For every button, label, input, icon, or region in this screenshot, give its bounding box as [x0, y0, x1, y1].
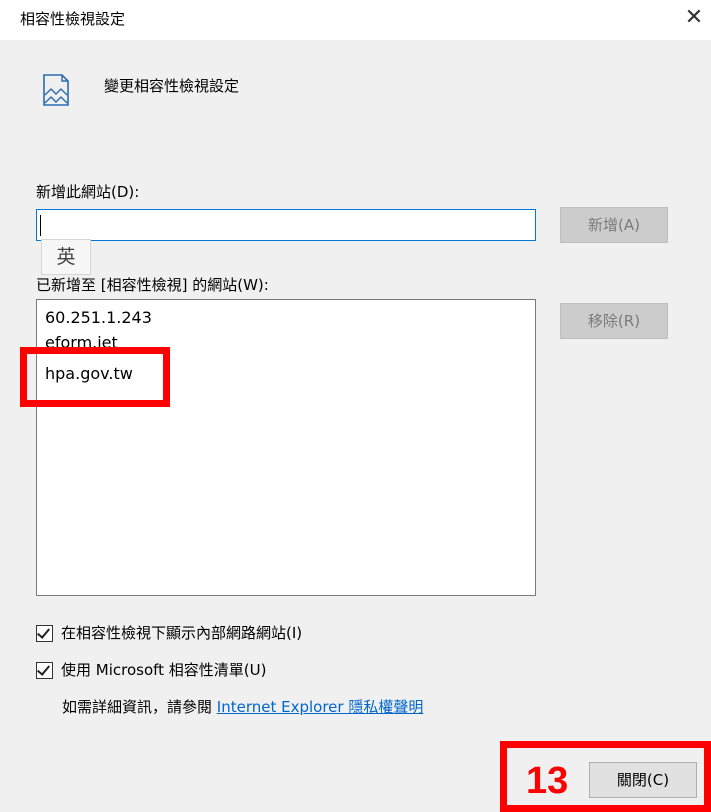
dialog-heading: 變更相容性檢視設定: [104, 77, 240, 95]
check-icon: [36, 662, 51, 676]
show-intranet-label: 在相容性檢視下顯示內部網路網站(I): [61, 624, 303, 642]
ime-indicator: 英: [41, 239, 91, 275]
close-icon[interactable]: ✕: [682, 6, 706, 30]
info-text: 如需詳細資訊，請參閱 Internet Explorer 隱私權聲明: [62, 696, 423, 717]
show-intranet-checkbox[interactable]: [36, 625, 53, 642]
text-caret: [40, 215, 41, 236]
title-bar: 相容性檢視設定 ✕: [0, 0, 711, 40]
site-list-label: 已新增至 [相容性檢視] 的網站(W):: [36, 276, 269, 294]
site-listbox[interactable]: 60.251.1.243 eform.iet hpa.gov.tw: [36, 299, 536, 596]
add-button[interactable]: 新增(A): [560, 207, 668, 243]
add-site-label: 新增此網站(D):: [36, 183, 140, 201]
list-item[interactable]: 60.251.1.243: [45, 308, 152, 327]
check-icon: [36, 625, 51, 639]
step-number: 13: [526, 760, 569, 802]
use-ms-list-checkbox[interactable]: [36, 662, 53, 679]
dialog-title: 相容性檢視設定: [20, 10, 126, 28]
privacy-link[interactable]: Internet Explorer 隱私權聲明: [217, 698, 424, 716]
highlight-box: [20, 347, 170, 407]
remove-button[interactable]: 移除(R): [560, 303, 668, 339]
use-ms-list-label: 使用 Microsoft 相容性清單(U): [61, 661, 267, 679]
add-site-input[interactable]: [36, 209, 536, 241]
info-prefix: 如需詳細資訊，請參閱: [62, 698, 217, 716]
document-icon: [43, 74, 69, 106]
close-button[interactable]: 關閉(C): [589, 762, 697, 798]
